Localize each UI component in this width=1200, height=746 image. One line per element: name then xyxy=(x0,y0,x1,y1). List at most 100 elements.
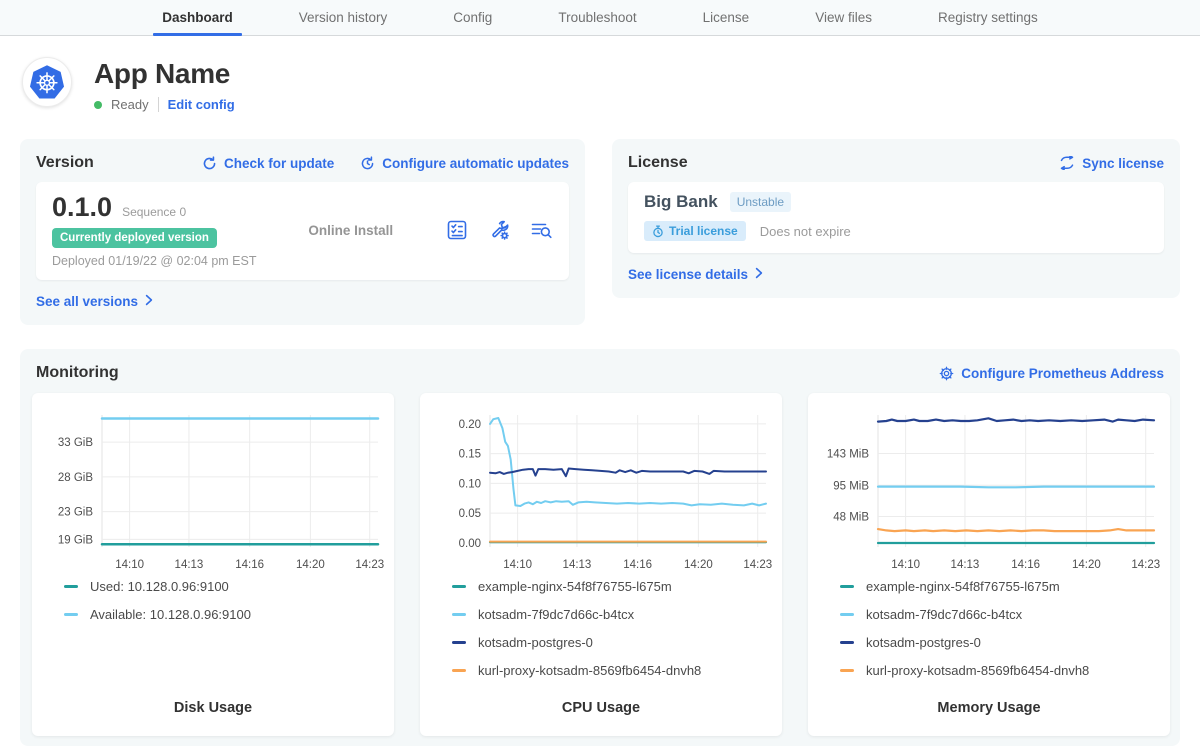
cpu-usage-chart[interactable]: 14:1014:1314:1614:2014:230.200.150.100.0… xyxy=(428,405,774,577)
svg-text:23 GiB: 23 GiB xyxy=(58,507,93,519)
svg-text:14:13: 14:13 xyxy=(175,559,204,571)
svg-text:14:20: 14:20 xyxy=(1072,559,1101,571)
expiry-text: Does not expire xyxy=(760,224,851,239)
refresh-icon xyxy=(202,156,217,171)
view-config-button[interactable] xyxy=(487,218,511,242)
disk-usage-legend: Used: 10.128.0.96:9100 Available: 10.128.… xyxy=(64,579,386,622)
deploy-logs-button[interactable] xyxy=(529,218,553,242)
tab-license[interactable]: License xyxy=(698,0,755,35)
svg-text:0.15: 0.15 xyxy=(459,449,481,461)
legend-dash xyxy=(840,641,854,644)
customer-name: Big Bank xyxy=(644,192,718,212)
app-header: App Name Ready Edit config xyxy=(0,36,1200,112)
legend-item: kotsadm-7f9dc7d66c-b4tcx xyxy=(840,607,1162,622)
legend-dash xyxy=(64,585,78,588)
version-number: 0.1.0 xyxy=(52,192,112,223)
svg-text:14:16: 14:16 xyxy=(235,559,264,571)
legend-label: kurl-proxy-kotsadm-8569fb6454-dnvh8 xyxy=(478,663,701,678)
status-dot xyxy=(94,101,102,109)
tab-view-files[interactable]: View files xyxy=(810,0,877,35)
svg-text:0.20: 0.20 xyxy=(459,419,481,431)
see-license-details-link[interactable]: See license details xyxy=(628,267,763,282)
svg-text:14:23: 14:23 xyxy=(1131,559,1160,571)
license-card-title: License xyxy=(628,154,688,172)
configure-prometheus-button[interactable]: Configure Prometheus Address xyxy=(939,366,1164,381)
legend-item: kotsadm-postgres-0 xyxy=(452,635,774,650)
svg-text:143 MiB: 143 MiB xyxy=(827,448,870,460)
status-text: Ready xyxy=(111,97,149,112)
logs-search-icon xyxy=(529,218,553,242)
sync-arrows-icon xyxy=(1059,156,1075,170)
divider xyxy=(158,97,159,112)
svg-text:14:10: 14:10 xyxy=(891,559,920,571)
legend-dash xyxy=(452,669,466,672)
svg-text:33 GiB: 33 GiB xyxy=(58,437,93,449)
svg-text:95 MiB: 95 MiB xyxy=(833,480,869,492)
channel-badge: Unstable xyxy=(730,192,791,212)
legend-label: kotsadm-postgres-0 xyxy=(478,635,593,650)
legend-item: kurl-proxy-kotsadm-8569fb6454-dnvh8 xyxy=(452,663,774,678)
edit-config-link[interactable]: Edit config xyxy=(168,97,235,112)
deployed-badge: Currently deployed version xyxy=(52,228,217,248)
kubernetes-icon xyxy=(28,63,66,101)
wrench-gear-icon xyxy=(487,218,511,242)
svg-text:48 MiB: 48 MiB xyxy=(833,511,869,523)
legend-item: kurl-proxy-kotsadm-8569fb6454-dnvh8 xyxy=(840,663,1162,678)
svg-text:14:10: 14:10 xyxy=(503,559,532,571)
disk-usage-chart[interactable]: 14:1014:1314:1614:2014:2333 GiB28 GiB23 … xyxy=(40,405,386,577)
tab-config[interactable]: Config xyxy=(448,0,497,35)
legend-item: Used: 10.128.0.96:9100 xyxy=(64,579,386,594)
monitoring-card: Monitoring Configure Prometheus Address … xyxy=(20,349,1180,746)
license-box: Big Bank Unstable Trial license Does not… xyxy=(628,182,1164,253)
legend-item: example-nginx-54f8f76755-l675m xyxy=(452,579,774,594)
svg-text:14:23: 14:23 xyxy=(355,559,384,571)
clock-refresh-icon xyxy=(360,156,375,171)
svg-text:14:16: 14:16 xyxy=(623,559,652,571)
sync-license-button[interactable]: Sync license xyxy=(1059,156,1164,171)
svg-text:14:20: 14:20 xyxy=(296,559,325,571)
legend-dash xyxy=(840,613,854,616)
current-version-box: 0.1.0 Sequence 0 Currently deployed vers… xyxy=(36,182,569,280)
main-content: Version Check for update Configure autom… xyxy=(0,139,1200,746)
legend-label: kotsadm-7f9dc7d66c-b4tcx xyxy=(478,607,634,622)
configure-automatic-updates-button[interactable]: Configure automatic updates xyxy=(360,156,569,171)
check-for-update-button[interactable]: Check for update xyxy=(202,156,334,171)
app-logo xyxy=(22,57,72,107)
legend-label: example-nginx-54f8f76755-l675m xyxy=(866,579,1060,594)
chart-title: Memory Usage xyxy=(816,700,1162,716)
svg-text:14:20: 14:20 xyxy=(684,559,713,571)
version-card-title: Version xyxy=(36,154,94,172)
legend-label: kotsadm-postgres-0 xyxy=(866,635,981,650)
install-type-label: Online Install xyxy=(256,223,445,238)
legend-dash xyxy=(840,669,854,672)
legend-item: kotsadm-7f9dc7d66c-b4tcx xyxy=(452,607,774,622)
tab-dashboard[interactable]: Dashboard xyxy=(157,0,238,35)
legend-dash xyxy=(64,613,78,616)
legend-label: Available: 10.128.0.96:9100 xyxy=(90,607,251,622)
legend-dash xyxy=(840,585,854,588)
deployed-timestamp: Deployed 01/19/22 @ 02:04 pm EST xyxy=(52,254,256,268)
legend-item: Available: 10.128.0.96:9100 xyxy=(64,607,386,622)
svg-text:0.05: 0.05 xyxy=(459,508,481,520)
chart-title: Disk Usage xyxy=(40,700,386,716)
svg-text:28 GiB: 28 GiB xyxy=(58,472,93,484)
page-title: App Name xyxy=(94,57,235,91)
cpu-usage-panel: 14:1014:1314:1614:2014:230.200.150.100.0… xyxy=(420,393,782,736)
tab-troubleshoot[interactable]: Troubleshoot xyxy=(553,0,641,35)
svg-text:19 GiB: 19 GiB xyxy=(58,534,93,546)
tab-version-history[interactable]: Version history xyxy=(294,0,393,35)
svg-text:14:13: 14:13 xyxy=(563,559,592,571)
sequence-label: Sequence 0 xyxy=(122,205,186,219)
disk-usage-panel: 14:1014:1314:1614:2014:2333 GiB28 GiB23 … xyxy=(32,393,394,736)
tab-registry-settings[interactable]: Registry settings xyxy=(933,0,1043,35)
version-card: Version Check for update Configure autom… xyxy=(20,139,585,325)
svg-text:14:23: 14:23 xyxy=(743,559,772,571)
memory-usage-chart[interactable]: 14:1014:1314:1614:2014:23143 MiB95 MiB48… xyxy=(816,405,1162,577)
checklist-icon xyxy=(445,218,469,242)
preflight-checks-button[interactable] xyxy=(445,218,469,242)
legend-dash xyxy=(452,641,466,644)
legend-label: example-nginx-54f8f76755-l675m xyxy=(478,579,672,594)
see-all-versions-link[interactable]: See all versions xyxy=(36,294,153,309)
memory-usage-panel: 14:1014:1314:1614:2014:23143 MiB95 MiB48… xyxy=(808,393,1170,736)
top-nav: Dashboard Version history Config Troublesho… xyxy=(0,0,1200,36)
